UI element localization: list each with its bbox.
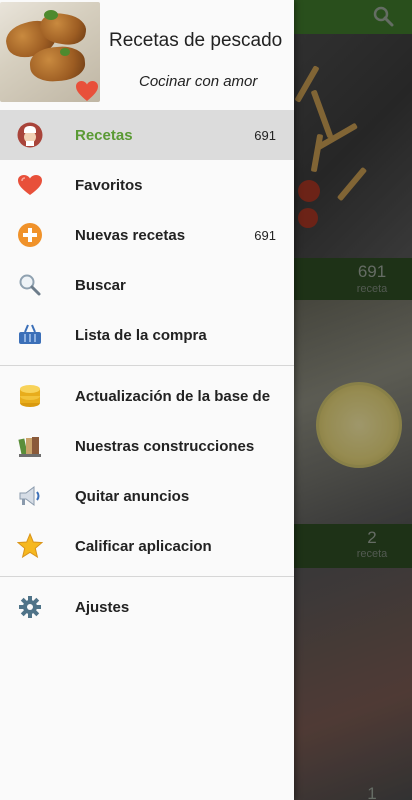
menu-item-calificar[interactable]: Calificar aplicacion [0,521,294,571]
gear-icon [17,594,43,620]
menu-label: Calificar aplicacion [75,537,212,555]
menu-count: 691 [254,227,276,243]
divider [0,576,294,577]
menu-item-construcciones[interactable]: Nuestras construcciones [0,421,294,471]
basket-icon [17,322,43,348]
drawer-scrim[interactable] [294,0,412,800]
menu-item-recetas[interactable]: Recetas 691 [0,110,294,160]
menu-group-main: Recetas 691 Favoritos Nuevas recetas 691… [0,110,294,360]
menu-item-quitar-anuncios[interactable]: Quitar anuncios [0,471,294,521]
menu-label: Favoritos [75,176,143,194]
menu-label: Lista de la compra [75,326,207,344]
search-icon [17,272,43,298]
drawer-header: Recetas de pescado Cocinar con amor [0,0,294,110]
menu-label: Nuestras construcciones [75,437,255,455]
menu-label: Nuevas recetas [75,226,186,244]
menu-item-actualizacion[interactable]: Actualización de la base de [0,371,294,421]
app-title: Recetas de pescado [109,30,283,51]
menu-item-favoritos[interactable]: Favoritos [0,160,294,210]
divider [0,365,294,366]
menu-label: Actualización de la base de [75,387,271,405]
heart-logo-icon [75,80,99,102]
menu-count: 691 [254,127,276,143]
menu-group-extra: Actualización de la base de Nuestras con… [0,371,294,571]
database-icon [17,383,43,409]
star-icon [17,533,43,559]
navigation-drawer: Recetas de pescado Cocinar con amor Rece… [0,0,294,800]
books-icon [17,433,43,459]
menu-item-ajustes[interactable]: Ajustes [0,582,294,632]
menu-label: Buscar [75,276,126,294]
menu-item-nuevas-recetas[interactable]: Nuevas recetas 691 [0,210,294,260]
menu-label: Quitar anuncios [75,487,190,505]
menu-item-lista-compra[interactable]: Lista de la compra [0,310,294,360]
plus-circle-icon [17,222,43,248]
megaphone-icon [17,483,43,509]
heart-icon [17,172,43,198]
menu-item-buscar[interactable]: Buscar [0,260,294,310]
menu-label: Ajustes [75,598,130,616]
menu-label: Recetas [75,126,133,144]
chef-icon [17,122,43,148]
menu-group-settings: Ajustes [0,582,294,632]
app-subtitle: Cocinar con amor [139,73,258,90]
